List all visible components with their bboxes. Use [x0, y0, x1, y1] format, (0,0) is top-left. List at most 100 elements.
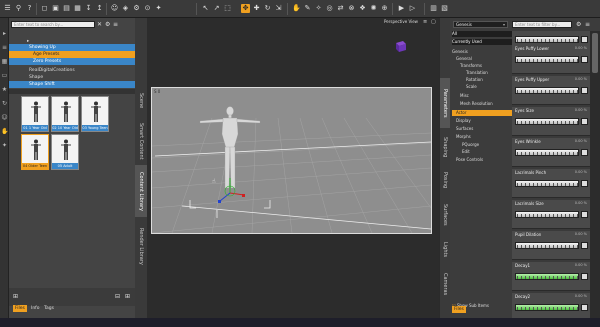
slider-track[interactable]: [515, 87, 579, 94]
pin-icon[interactable]: ⚲: [14, 4, 23, 13]
expand-icon[interactable]: ▸: [1, 30, 8, 37]
viewport[interactable]: Perspective View ≡ ▢ S 0 ☝: [147, 18, 439, 320]
morph-slider[interactable]: Lacrimals Pinch 0.00 %: [512, 169, 590, 198]
node-dropdown[interactable]: Genesis ▾: [453, 21, 508, 28]
preset-thumbnail[interactable]: 03 Young Teen: [81, 96, 109, 132]
morph-slider[interactable]: Eyes Puffy Lower 0.00 %: [512, 45, 590, 74]
filter-search-input[interactable]: Enter text to filter by...: [512, 21, 572, 28]
tab-files-right[interactable]: Files: [452, 306, 466, 313]
splitter[interactable]: [9, 89, 135, 94]
preset-thumbnail[interactable]: 02 10 Year Old: [51, 96, 79, 132]
tree-mesh-resolution[interactable]: Mesh Resolution: [460, 101, 520, 107]
tree-actor[interactable]: Actor: [452, 110, 512, 116]
tree-display[interactable]: Display: [456, 118, 516, 124]
light-small-icon[interactable]: ✦: [1, 142, 8, 149]
morph-slider[interactable]: Eyes Puffy Upper 0.00 %: [512, 76, 590, 105]
node-select-icon[interactable]: ↗: [212, 4, 221, 13]
slider-value[interactable]: 0.00 %: [575, 170, 587, 174]
slider-knob[interactable]: [581, 87, 588, 94]
slider-knob[interactable]: [581, 180, 588, 187]
tab-smart-content[interactable]: Smart Content: [135, 121, 147, 161]
tab-info[interactable]: Info: [29, 305, 42, 312]
favorite-icon[interactable]: ★: [1, 86, 8, 93]
render-frame[interactable]: S 0 ☝: [151, 87, 432, 234]
tab-content-library[interactable]: Content Library: [135, 165, 147, 217]
paint-icon[interactable]: ✺: [369, 4, 378, 13]
tab-lights[interactable]: Lights: [440, 236, 450, 264]
slider-value[interactable]: 0.00 %: [575, 201, 587, 205]
morph-slider[interactable]: Pupil Dilation 0.00 %: [512, 231, 590, 260]
slider-track[interactable]: [515, 118, 579, 125]
slider-knob[interactable]: [581, 56, 588, 63]
figure-icon[interactable]: ☺: [110, 4, 119, 13]
measure-icon[interactable]: ⊕: [380, 4, 389, 13]
export-icon[interactable]: ↥: [95, 4, 104, 13]
morph-slider[interactable]: Decay1 0.00 %: [512, 262, 590, 291]
slider-value[interactable]: 0.00 %: [575, 232, 587, 236]
tab-parameters[interactable]: Parameters: [440, 78, 450, 128]
primitive-icon[interactable]: ◈: [121, 4, 130, 13]
view-select[interactable]: Perspective View: [384, 19, 418, 24]
tab-cameras[interactable]: Cameras: [440, 268, 450, 300]
render-settings-icon[interactable]: ⚙: [132, 4, 141, 13]
maximize-icon[interactable]: ▢: [431, 19, 436, 25]
geometry-editor-icon[interactable]: ✎: [303, 4, 312, 13]
tree-pose-controls[interactable]: Pose Controls: [456, 157, 516, 163]
save-icon[interactable]: ▤: [62, 4, 71, 13]
slider-track[interactable]: [515, 36, 579, 43]
dforce-icon[interactable]: ❖: [358, 4, 367, 13]
slider-value[interactable]: 0.00 %: [575, 46, 587, 50]
morph-slider[interactable]: Eyes Size 0.00 %: [512, 107, 590, 136]
pose-tool-icon[interactable]: ✋: [292, 4, 301, 13]
slider-value[interactable]: 0.00 %: [575, 139, 587, 143]
iray-icon[interactable]: ▷: [408, 4, 417, 13]
tree-item-showing-up[interactable]: Showing Up: [9, 44, 135, 51]
viewport-layout-icon[interactable]: ▥: [429, 4, 438, 13]
slider-knob[interactable]: [581, 273, 588, 280]
tree-transforms[interactable]: Transforms: [460, 63, 520, 69]
import-icon[interactable]: ↧: [84, 4, 93, 13]
collapse-icon[interactable]: ⊟: [115, 293, 120, 300]
camera-icon[interactable]: ⊙: [143, 4, 152, 13]
surface-select-icon[interactable]: ⬚: [223, 4, 232, 13]
tree-item-age-presets[interactable]: Age Presets: [9, 51, 135, 58]
figure-small-icon[interactable]: ☺: [1, 114, 8, 121]
rotate-icon[interactable]: ↻: [263, 4, 272, 13]
slider-track[interactable]: [515, 180, 579, 187]
new-scene-icon[interactable]: ◻: [40, 4, 49, 13]
slider-track[interactable]: [515, 304, 579, 311]
filter-all[interactable]: All: [452, 31, 512, 37]
morph-slider[interactable]: Decay2 0.00 %: [512, 293, 590, 321]
tab-render-library[interactable]: Render Library: [135, 221, 147, 271]
tree-genesis[interactable]: Genesis: [452, 49, 512, 55]
filter-currently-used[interactable]: Currently Used: [452, 39, 512, 45]
tree-misc[interactable]: Misc: [460, 93, 520, 99]
tab-files-left[interactable]: Files: [13, 305, 27, 312]
tree-item-realdigital[interactable]: RealDigitalCreations: [9, 67, 135, 74]
view-cube-icon[interactable]: [393, 38, 409, 54]
content-menu-icon[interactable]: ≡: [113, 21, 118, 28]
preset-thumbnail[interactable]: 01 1 Year Old: [21, 96, 49, 132]
preset-thumbnail[interactable]: 05 Adult: [51, 134, 79, 170]
aux-viewport-icon[interactable]: ▧: [440, 4, 449, 13]
tab-tags[interactable]: Tags: [42, 305, 56, 312]
scale-icon[interactable]: ⇲: [274, 4, 283, 13]
slider-knob[interactable]: [581, 149, 588, 156]
slider-knob[interactable]: [581, 211, 588, 218]
slider-track[interactable]: [515, 242, 579, 249]
transfer-icon[interactable]: ⇄: [336, 4, 345, 13]
menu-icon[interactable]: ☰: [3, 4, 12, 13]
tab-posing[interactable]: Posing: [440, 166, 450, 194]
bone-icon[interactable]: ⊗: [347, 4, 356, 13]
filter-options-icon[interactable]: ⚙: [576, 21, 581, 28]
slider-knob[interactable]: [581, 36, 588, 43]
slider-value[interactable]: 0.00 %: [575, 263, 587, 267]
translate-icon[interactable]: ✚: [252, 4, 261, 13]
tree-item-zero-presets[interactable]: Zero Presets: [9, 58, 135, 65]
search-options-icon[interactable]: ⚙: [105, 21, 110, 28]
search-clear-icon[interactable]: ✕: [97, 21, 102, 28]
tree-item-shape[interactable]: Shape: [9, 74, 135, 81]
morph-slider[interactable]: Lacrimals Size 0.00 %: [512, 200, 590, 229]
open-icon[interactable]: ▣: [51, 4, 60, 13]
morph-slider[interactable]: Eyes Wrinkle 0.00 %: [512, 138, 590, 167]
